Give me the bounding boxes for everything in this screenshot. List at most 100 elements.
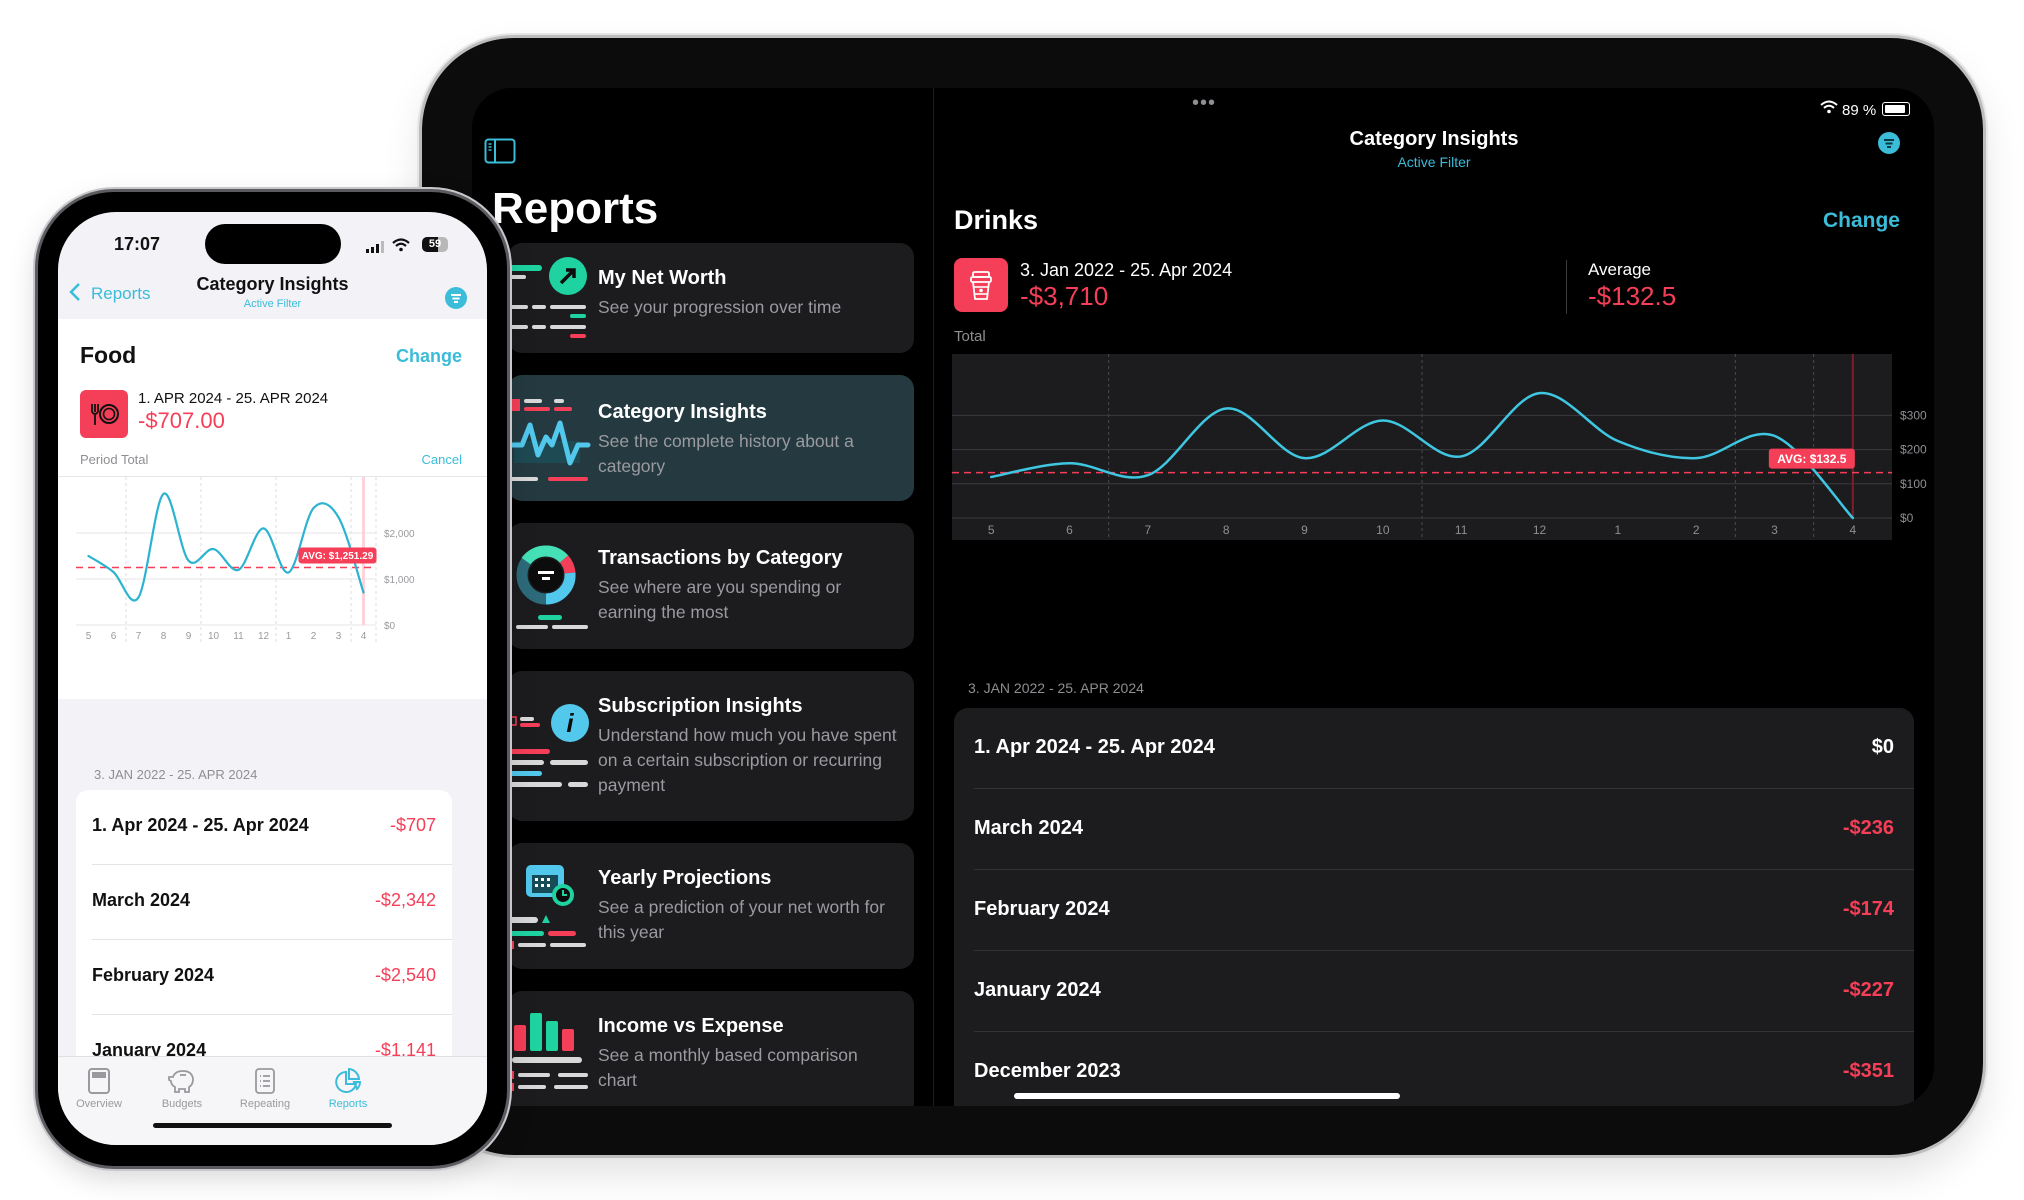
row-label: February 2024 — [974, 898, 1110, 920]
x-tick-label: 2 — [1693, 523, 1700, 537]
y-tick-label: $1,000 — [384, 575, 415, 586]
x-tick-label: 9 — [186, 631, 192, 642]
food-line-chart[interactable]: $0$1,000$2,0005 6 7 8 9 10 11 12 1 2 3 4AVG: $1,251… — [58, 477, 487, 697]
tab-label: Budgets — [161, 1098, 203, 1110]
tab-budgets[interactable]: Budgets — [137, 1067, 227, 1110]
y-tick-label: $2,000 — [384, 529, 415, 540]
average-amount: -$132.5 — [1588, 281, 1677, 311]
reports-sidebar: Reports My Net Worth See your progressio… — [472, 88, 933, 1106]
report-item-income-vs-expense[interactable]: Income vs Expense See a monthly based co… — [508, 991, 914, 1106]
list-row[interactable]: 1. Apr 2024 - 25. Apr 2024 -$707 — [76, 790, 452, 865]
list-row[interactable]: February 2024 -$174 — [954, 870, 1914, 951]
change-category-button[interactable]: Change — [1823, 209, 1900, 233]
list-row[interactable]: 1. Apr 2024 - 25. Apr 2024 $0 — [954, 708, 1914, 789]
list-row[interactable]: January 2024 -$227 — [954, 951, 1914, 1032]
x-tick-label: 12 — [258, 631, 270, 642]
y-tick-label: $0 — [384, 621, 396, 632]
drinks-line-chart[interactable]: $0$100$200$3005 6 7 8 9 10 11 12 1 2 3 4AVG: $132.5 — [952, 354, 1934, 604]
net-worth-icon — [508, 257, 587, 338]
tab-bar: Overview Budgets Repeating Reports — [58, 1056, 487, 1145]
nav-subtitle-active-filter[interactable]: Active Filter — [934, 154, 1934, 170]
x-tick-label: 7 — [1144, 523, 1151, 537]
x-tick-label: 8 — [1223, 523, 1230, 537]
row-label: 1. Apr 2024 - 25. Apr 2024 — [974, 736, 1215, 758]
x-tick-label: 1 — [1614, 523, 1621, 537]
sidebar-toggle-icon[interactable] — [484, 138, 516, 169]
total-amount: -$3,710 — [1020, 281, 1109, 311]
piggy-bank-icon — [168, 1070, 194, 1093]
x-tick-label: 3 — [336, 631, 342, 642]
tab-repeating[interactable]: Repeating — [220, 1067, 310, 1110]
svg-text:i: i — [566, 708, 574, 738]
tab-label: Overview — [76, 1098, 122, 1110]
category-insights-icon — [508, 399, 591, 481]
report-item-description: See a monthly based comparison chart — [598, 1045, 858, 1090]
calendar-clock-icon — [508, 865, 586, 949]
nav-subtitle-active-filter[interactable]: Active Filter — [58, 298, 487, 310]
home-indicator[interactable] — [1014, 1093, 1400, 1099]
report-item-title: Category Insights — [598, 401, 767, 423]
report-item-title: Yearly Projections — [598, 867, 772, 889]
row-label: March 2024 — [92, 890, 191, 910]
period-list: 1. Apr 2024 - 25. Apr 2024 $0 March 2024 -… — [954, 708, 1914, 1106]
bar-chart-icon — [508, 1013, 588, 1091]
x-tick-label: 7 — [136, 631, 142, 642]
report-item-title: Income vs Expense — [598, 1015, 784, 1037]
iphone-screen: 17:07 59 Reports Category Insights Activ… — [58, 212, 487, 1145]
dynamic-island — [205, 224, 341, 264]
period-total-label: Period Total — [80, 452, 149, 467]
report-item-description: See where are you spending or earning th… — [598, 577, 842, 622]
row-value: -$227 — [1842, 979, 1894, 1001]
row-value: -$351 — [1842, 1060, 1894, 1082]
list-row[interactable]: February 2024 -$2,540 — [76, 940, 452, 1015]
row-value: -$2,540 — [374, 965, 436, 985]
report-item-title: Transactions by Category — [598, 547, 843, 569]
report-item-description: Understand how much you have spent on a … — [598, 725, 897, 795]
report-item-transactions-by-category[interactable]: Transactions by Category See where are y… — [508, 523, 914, 649]
report-item-yearly-projections[interactable]: Yearly Projections See a prediction of y… — [508, 843, 914, 969]
tab-overview[interactable]: Overview — [58, 1067, 144, 1110]
x-tick-label: 4 — [1849, 523, 1856, 537]
y-tick-label: $100 — [1900, 477, 1927, 491]
row-value: -$2,342 — [374, 890, 436, 910]
row-label: December 2023 — [974, 1060, 1121, 1082]
x-tick-label: 10 — [208, 631, 220, 642]
x-tick-label: 6 — [1066, 523, 1073, 537]
list-row[interactable]: March 2024 -$2,342 — [76, 865, 452, 940]
report-item-category-insights[interactable]: Category Insights See the complete histo… — [508, 375, 914, 501]
x-tick-label: 4 — [361, 631, 367, 642]
total-label: Total — [954, 328, 986, 345]
row-value: -$174 — [1842, 898, 1894, 920]
filter-icon[interactable] — [1878, 132, 1900, 154]
cancel-selection-button[interactable]: Cancel — [422, 452, 462, 467]
report-item-net-worth[interactable]: My Net Worth See your progression over t… — [508, 243, 914, 353]
x-tick-label: 10 — [1376, 523, 1390, 537]
x-tick-label: 1 — [286, 631, 292, 642]
x-tick-label: 11 — [1455, 523, 1468, 537]
x-tick-label: 5 — [988, 523, 995, 537]
row-value: $0 — [1871, 736, 1894, 758]
donut-chart-icon — [508, 545, 588, 630]
tab-reports[interactable]: Reports — [303, 1067, 393, 1110]
filter-icon[interactable] — [445, 287, 467, 309]
signal-icon — [366, 240, 386, 258]
home-indicator[interactable] — [153, 1123, 392, 1128]
category-name: Drinks — [954, 205, 1039, 235]
row-value: -$707 — [389, 815, 436, 835]
period-amount: -$707.00 — [138, 408, 225, 433]
sidebar-title: Reports — [492, 184, 659, 233]
x-tick-label: 6 — [111, 631, 117, 642]
tab-label: Repeating — [239, 1098, 291, 1110]
list-section-header: 3. JAN 2022 - 25. APR 2024 — [94, 767, 258, 782]
battery-icon: 59 — [422, 237, 448, 252]
report-item-title: My Net Worth — [598, 267, 727, 289]
nav-title: Category Insights — [1349, 128, 1519, 150]
ipad-screen: 17:07 Mon 15. Apr ••• 89 % Reports My Ne… — [472, 88, 1934, 1106]
average-badge-label: AVG: $1,251.29 — [302, 551, 374, 562]
x-tick-label: 9 — [1301, 523, 1308, 537]
report-item-subscription-insights[interactable]: i Subscription Insights Understand how m… — [508, 671, 914, 821]
list-row[interactable]: March 2024 -$236 — [954, 789, 1914, 870]
report-item-description: See your progression over time — [598, 297, 842, 317]
change-category-button[interactable]: Change — [396, 346, 462, 367]
row-label: February 2024 — [92, 965, 215, 985]
